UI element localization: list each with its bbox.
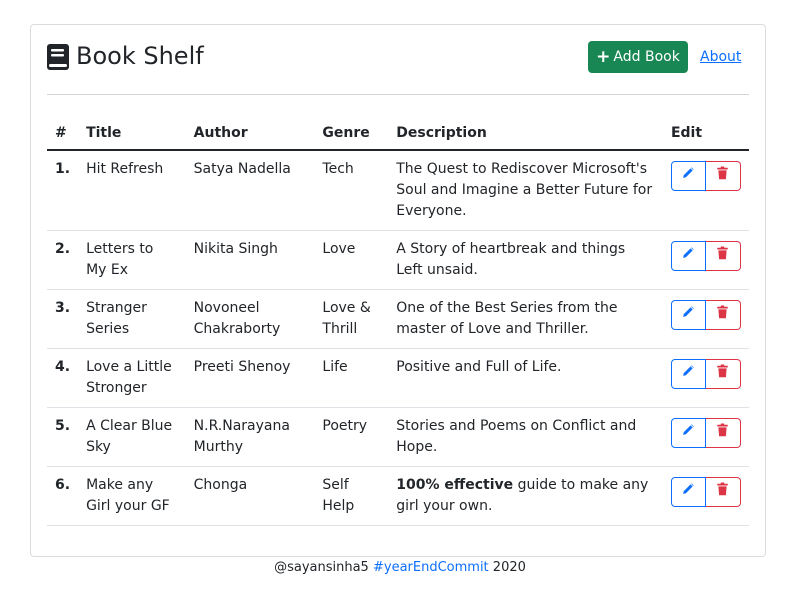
trash-icon: [716, 304, 729, 326]
book-author: Novoneel Chakraborty: [185, 289, 315, 349]
book-author: Satya Nadella: [185, 150, 315, 231]
edit-button[interactable]: [670, 241, 706, 271]
table-row: 5. A Clear Blue Sky N.R.Narayana Murthy …: [47, 407, 749, 467]
book-title: Make any Girl your GF: [78, 466, 186, 526]
table-header-row: # Title Author Genre Description Edit: [47, 117, 749, 151]
delete-button[interactable]: [705, 161, 741, 191]
row-actions: [670, 300, 741, 330]
row-number: 2.: [47, 230, 79, 290]
book-description: Stories and Poems on Conflict and Hope.: [388, 407, 663, 467]
edit-button[interactable]: [670, 477, 706, 507]
book-icon: [47, 44, 69, 70]
book-genre: Life: [314, 348, 389, 408]
footer-hashtag[interactable]: #yearEndCommit: [373, 560, 489, 575]
row-number: 4.: [47, 348, 79, 408]
trash-icon: [716, 245, 729, 267]
book-description: One of the Best Series from the master o…: [388, 289, 663, 349]
edit-button[interactable]: [670, 300, 706, 330]
delete-button[interactable]: [705, 300, 741, 330]
table-row: 6. Make any Girl your GF Chonga Self Hel…: [47, 466, 749, 526]
row-number: 6.: [47, 466, 79, 526]
page-title: Book Shelf: [76, 42, 204, 70]
book-description: 100% effective guide to make any girl yo…: [388, 466, 663, 526]
delete-button[interactable]: [705, 477, 741, 507]
book-title: Letters to My Ex: [78, 230, 186, 290]
edit-cell: [662, 230, 749, 290]
pencil-icon: [681, 364, 695, 385]
footer-year: 2020: [492, 560, 526, 575]
col-header-genre: Genre: [314, 117, 389, 151]
book-genre: Self Help: [314, 466, 389, 526]
pencil-icon: [681, 166, 695, 187]
pencil-icon: [681, 305, 695, 326]
description-text: A Story of heartbreak and things Left un…: [396, 241, 626, 278]
add-book-button[interactable]: + Add Book: [588, 41, 688, 73]
books-table: # Title Author Genre Description Edit 1.…: [47, 117, 749, 526]
book-genre: Love & Thrill: [314, 289, 389, 349]
col-header-title: Title: [78, 117, 186, 151]
book-title: Stranger Series: [78, 289, 186, 349]
trash-icon: [716, 422, 729, 444]
row-actions: [670, 359, 741, 389]
edit-cell: [662, 348, 749, 408]
edit-cell: [662, 407, 749, 467]
col-header-edit: Edit: [662, 117, 749, 151]
header: Book Shelf + Add Book About: [47, 41, 749, 79]
trash-icon: [716, 165, 729, 187]
add-book-label: Add Book: [613, 49, 680, 65]
header-divider: [47, 94, 749, 95]
book-description: The Quest to Rediscover Microsoft's Soul…: [388, 150, 663, 231]
pencil-icon: [681, 423, 695, 444]
book-shelf-card: Book Shelf + Add Book About # Title Autho…: [30, 24, 766, 557]
edit-button[interactable]: [670, 359, 706, 389]
edit-button[interactable]: [670, 418, 706, 448]
pencil-icon: [681, 482, 695, 503]
row-actions: [670, 161, 741, 191]
col-header-number: #: [47, 117, 79, 151]
trash-icon: [716, 481, 729, 503]
about-link[interactable]: About: [700, 47, 741, 67]
table-row: 2. Letters to My Ex Nikita Singh Love A …: [47, 230, 749, 290]
row-actions: [670, 418, 741, 448]
book-title: A Clear Blue Sky: [78, 407, 186, 467]
row-number: 5.: [47, 407, 79, 467]
delete-button[interactable]: [705, 359, 741, 389]
edit-cell: [662, 289, 749, 349]
footer: @sayansinha5 #yearEndCommit 2020: [0, 559, 800, 577]
book-genre: Tech: [314, 150, 389, 231]
row-actions: [670, 241, 741, 271]
trash-icon: [716, 363, 729, 385]
delete-button[interactable]: [705, 418, 741, 448]
edit-button[interactable]: [670, 161, 706, 191]
row-number: 3.: [47, 289, 79, 349]
row-number: 1.: [47, 150, 79, 231]
footer-handle: @sayansinha5: [274, 560, 369, 575]
book-author: Nikita Singh: [185, 230, 315, 290]
delete-button[interactable]: [705, 241, 741, 271]
book-title: Hit Refresh: [78, 150, 186, 231]
book-author: Preeti Shenoy: [185, 348, 315, 408]
plus-icon: +: [596, 47, 611, 67]
book-genre: Love: [314, 230, 389, 290]
col-header-description: Description: [388, 117, 663, 151]
book-title: Love a Little Stronger: [78, 348, 186, 408]
pencil-icon: [681, 246, 695, 267]
table-row: 1. Hit Refresh Satya Nadella Tech The Qu…: [47, 150, 749, 231]
book-genre: Poetry: [314, 407, 389, 467]
edit-cell: [662, 466, 749, 526]
row-actions: [670, 477, 741, 507]
description-emphasis: 100% effective: [396, 477, 514, 493]
book-author: N.R.Narayana Murthy: [185, 407, 315, 467]
book-description: A Story of heartbreak and things Left un…: [388, 230, 663, 290]
edit-cell: [662, 150, 749, 231]
description-text: One of the Best Series from the master o…: [396, 300, 618, 337]
description-text: Positive and Full of Life.: [396, 359, 562, 375]
table-row: 3. Stranger Series Novoneel Chakraborty …: [47, 289, 749, 349]
table-row: 4. Love a Little Stronger Preeti Shenoy …: [47, 348, 749, 408]
col-header-author: Author: [185, 117, 315, 151]
description-text: The Quest to Rediscover Microsoft's Soul…: [396, 161, 653, 219]
book-author: Chonga: [185, 466, 315, 526]
book-description: Positive and Full of Life.: [388, 348, 663, 408]
description-text: Stories and Poems on Conflict and Hope.: [396, 418, 637, 455]
